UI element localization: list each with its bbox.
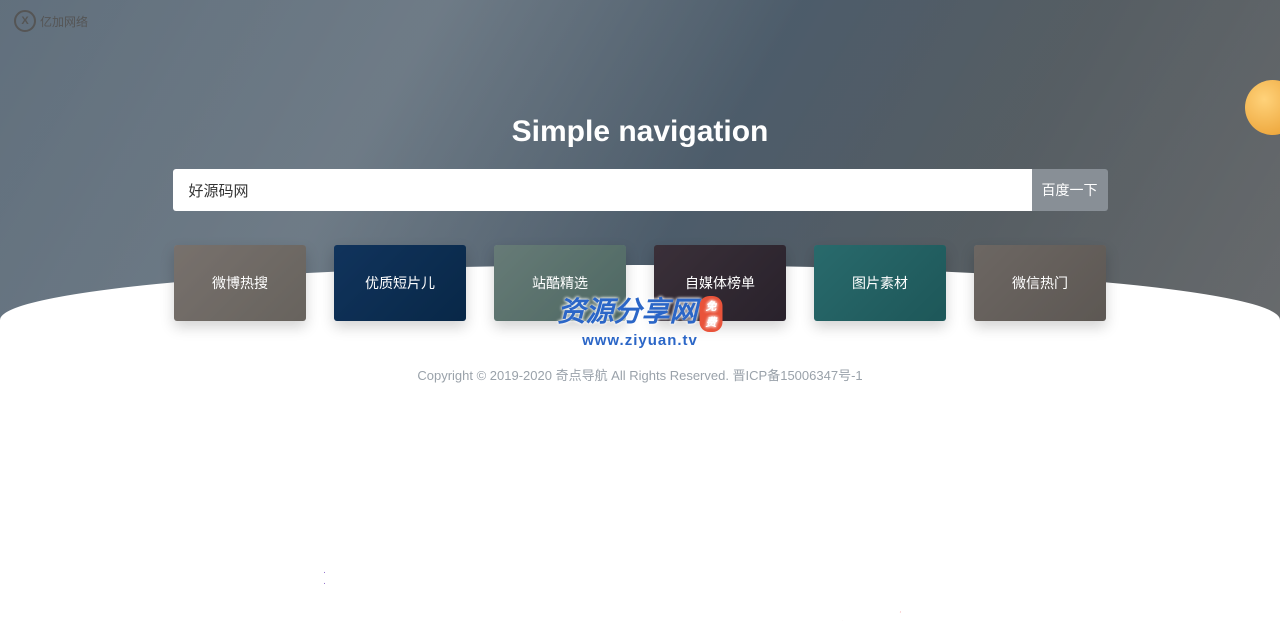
- logo-text: 亿加网络: [40, 13, 88, 30]
- search-bar: 百度一下: [173, 169, 1108, 211]
- speaker-label: 关羽：: [275, 560, 341, 592]
- tile-short-video[interactable]: 优质短片儿: [334, 245, 466, 321]
- tile-weibo-hot[interactable]: 微博热搜: [174, 245, 306, 321]
- logo-icon: X: [14, 10, 36, 32]
- tile-media-rank[interactable]: 自媒体榜单: [654, 245, 786, 321]
- footer-copyright: Copyright © 2019-2020 奇点导航 All Rights Re…: [0, 365, 1280, 384]
- tile-wechat-hot[interactable]: 微信热门: [974, 245, 1106, 321]
- nav-tiles: 微博热搜 优质短片儿 站酷精选 自媒体榜单 图片素材 微信热门: [0, 245, 1280, 321]
- tile-image-assets[interactable]: 图片素材: [814, 245, 946, 321]
- site-logo[interactable]: X 亿加网络: [14, 10, 88, 32]
- page-title: Simple navigation: [512, 115, 769, 149]
- search-button[interactable]: 百度一下: [1032, 169, 1108, 211]
- search-input[interactable]: [173, 169, 1032, 211]
- tile-zcool[interactable]: 站酷精选: [494, 245, 626, 321]
- marquee-text: 告诉你个秘密我是无敌的: [820, 598, 1029, 625]
